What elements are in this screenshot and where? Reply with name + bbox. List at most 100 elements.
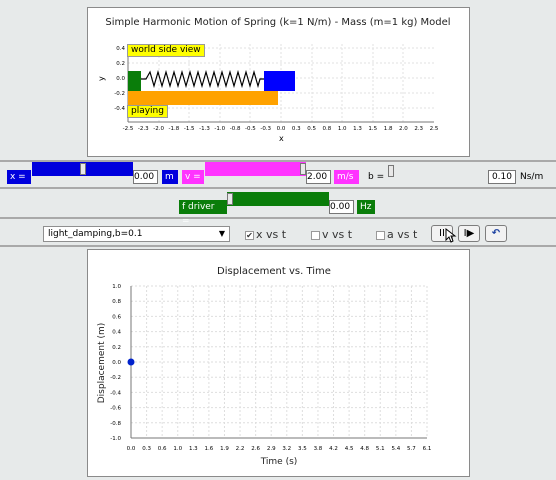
chevron-down-icon: ▼	[218, 229, 225, 238]
world-y-tick-label: 0.0	[116, 76, 125, 82]
fdriver-unit: Hz	[357, 200, 375, 214]
world-x-tick-label: -1.0	[214, 126, 225, 132]
chart-y-tick-label: 1.0	[112, 284, 121, 290]
checkbox-v-vs-t-label: v vs t	[322, 228, 353, 241]
world-x-tick-label: -1.3	[199, 126, 210, 132]
world-x-tick-label: -0.5	[245, 126, 256, 132]
chart-y-tick-label: 0.4	[112, 330, 121, 336]
step-icon: I▶	[463, 228, 475, 239]
world-x-tick-label: 2.5	[430, 126, 439, 132]
chart-x-tick-label: 1.3	[189, 446, 198, 452]
chart-x-tick-label: 0.6	[158, 446, 167, 452]
preset-select[interactable]: light_damping,b=0.1 ▼	[43, 226, 230, 242]
world-y-axis-label: y	[97, 76, 106, 81]
x-label: x =	[7, 170, 31, 184]
world-y-tick-label: -0.2	[114, 91, 125, 97]
checkbox-v-vs-t[interactable]: v vs t	[311, 228, 352, 241]
fdriver-value-field[interactable]: 0.00	[329, 200, 354, 214]
b-slider-handle[interactable]	[388, 165, 394, 177]
b-value-field[interactable]: 0.10	[488, 170, 516, 184]
world-x-tick-label: 2.0	[399, 126, 408, 132]
chart-x-tick-label: 1.6	[205, 446, 214, 452]
separator-3	[0, 217, 556, 219]
x-value-field[interactable]: 0.00	[133, 170, 158, 184]
chart-x-tick-label: 4.8	[360, 446, 369, 452]
world-x-tick-label: 1.0	[338, 126, 347, 132]
reset-button[interactable]: ↶	[485, 225, 507, 242]
checkbox-empty-icon	[311, 230, 320, 240]
mouse-cursor-icon	[445, 228, 457, 243]
world-y-tick-label: -0.4	[114, 106, 125, 112]
separator-4	[0, 245, 556, 247]
step-button[interactable]: I▶	[458, 225, 480, 242]
v-label: v =	[182, 170, 204, 184]
world-view[interactable]: -2.5 -2.3 -2.0 -1.8 -1.5 -1.3 -1.0 -0.8 -0.5 -0.3…	[88, 8, 471, 158]
world-x-tick-label: -2.0	[153, 126, 164, 132]
chart-y-ticks: 1.0 0.8 0.6 0.4 0.2 0.0 -0.2 -0.4 -0.6 -0.8 -1.0	[110, 284, 121, 442]
world-x-tick-label: -2.5	[123, 126, 134, 132]
mass-block	[264, 71, 295, 91]
chart-y-tick-label: 0.0	[112, 360, 121, 366]
world-x-tick-label: -0.3	[260, 126, 271, 132]
world-y-tick-label: 0.4	[116, 46, 125, 52]
chart-x-tick-label: 4.2	[329, 446, 338, 452]
world-x-tick-label: -0.8	[230, 126, 241, 132]
chart-title: Displacement vs. Time	[217, 266, 331, 277]
b-slider[interactable]	[388, 164, 488, 178]
world-x-tick-label: 0.3	[292, 126, 301, 132]
world-y-ticks: 0.4 0.2 0.0 -0.2 -0.4	[114, 46, 125, 112]
chart-x-axis-label: Time (s)	[260, 457, 298, 467]
chart-x-ticks: 0.0 0.3 0.6 1.0 1.3 1.6 1.9 2.2 2.6 2.9 3.2 3.5 3.8 4…	[127, 446, 432, 452]
chart-x-tick-label: 3.8	[314, 446, 323, 452]
v-value-field[interactable]: 2.00	[306, 170, 331, 184]
chart-grid	[130, 285, 428, 439]
preset-selected-value: light_damping,b=0.1	[48, 229, 143, 239]
b-label: b =	[368, 172, 385, 182]
x-unit: m	[162, 170, 178, 184]
chart-x-tick-label: 1.9	[220, 446, 229, 452]
fdriver-slider[interactable]	[227, 192, 329, 206]
world-x-tick-label: -1.8	[169, 126, 180, 132]
world-x-tick-label: 1.8	[384, 126, 393, 132]
x-slider[interactable]	[32, 162, 133, 176]
world-x-ticks: -2.5 -2.3 -2.0 -1.8 -1.5 -1.3 -1.0 -0.8 -0.5 -0.3…	[123, 126, 439, 132]
chart-y-tick-label: -0.4	[110, 390, 121, 396]
chart-x-tick-label: 0.3	[142, 446, 151, 452]
floor-bar	[128, 91, 278, 105]
chart-x-tick-label: 5.7	[407, 446, 416, 452]
simulation-panel: Simple Harmonic Motion of Spring (k=1 N/…	[87, 7, 470, 157]
chart-x-tick-label: 0.0	[127, 446, 136, 452]
chart-y-tick-label: -1.0	[110, 436, 121, 442]
chart-y-tick-label: 0.6	[112, 314, 121, 320]
world-x-tick-label: 0.5	[307, 126, 316, 132]
world-x-tick-label: 0.0	[277, 126, 286, 132]
graph-panel: Displacement vs. Time 0.0 0.3 0.6 1.0 1.3 1.6…	[87, 249, 470, 477]
chart-y-axis-label: Displacement (m)	[97, 323, 107, 404]
world-x-tick-label: -1.5	[184, 126, 195, 132]
checkbox-x-vs-t[interactable]: ✔ x vs t	[245, 228, 286, 241]
separator-2	[0, 187, 556, 189]
fdriver-slider-handle[interactable]	[227, 193, 233, 205]
chart-y-tick-label: -0.2	[110, 375, 121, 381]
check-icon: ✔	[245, 230, 254, 240]
checkbox-a-vs-t-label: a vs t	[387, 228, 418, 241]
world-x-tick-label: 0.8	[323, 126, 332, 132]
fdriver-label: f driver =	[179, 200, 227, 226]
x-slider-handle[interactable]	[79, 163, 86, 175]
chart-x-tick-label: 3.2	[282, 446, 291, 452]
v-unit: m/s	[334, 170, 359, 184]
chart-x-tick-label: 5.4	[391, 446, 400, 452]
chart-x-tick-label: 3.5	[298, 446, 307, 452]
b-unit: Ns/m	[520, 172, 544, 182]
world-x-tick-label: 1.3	[353, 126, 362, 132]
checkbox-a-vs-t[interactable]: a vs t	[376, 228, 417, 241]
chart-x-tick-label: 2.2	[236, 446, 245, 452]
wall-block	[128, 71, 141, 91]
status-label: playing	[127, 105, 168, 118]
v-slider[interactable]	[205, 162, 306, 176]
chart-y-tick-label: -0.8	[110, 421, 121, 427]
chart-x-tick-label: 1.0	[173, 446, 182, 452]
chart-x-tick-label: 4.5	[345, 446, 354, 452]
displacement-chart[interactable]: Displacement vs. Time 0.0 0.3 0.6 1.0 1.3 1.6…	[88, 250, 471, 478]
world-x-axis-label: x	[279, 134, 284, 143]
